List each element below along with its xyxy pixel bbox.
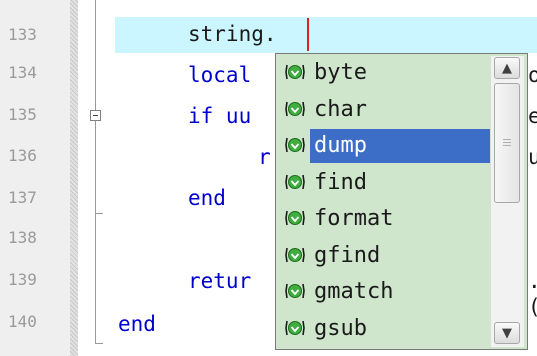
code-line[interactable]: end: [118, 311, 156, 337]
autocomplete-item-label: byte: [314, 60, 367, 85]
autocomplete-scrollbar[interactable]: ▲ ▼: [490, 56, 524, 347]
chevron-down-icon: ▼: [502, 325, 512, 341]
scroll-down-button[interactable]: ▼: [494, 322, 520, 344]
green-method-icon: [285, 64, 305, 80]
autocomplete-item[interactable]: gfind: [280, 239, 490, 273]
grip-line: [503, 142, 511, 143]
line-number: 139: [8, 270, 37, 289]
autocomplete-item[interactable]: byte: [280, 56, 490, 90]
autocomplete-item-label: gfind: [314, 242, 381, 268]
green-method-icon: [285, 247, 305, 262]
fold-guide-line: [95, 121, 96, 213]
line-number-gutter: [0, 0, 70, 356]
line-number: 135: [8, 105, 37, 124]
line-number: 140: [8, 312, 37, 331]
fold-guide-line: [95, 0, 96, 110]
green-method-icon: [285, 174, 305, 189]
fold-end-marker: [95, 213, 103, 214]
text-caret: [307, 18, 309, 51]
grip-line: [503, 145, 511, 146]
scroll-thumb[interactable]: [494, 83, 520, 203]
fold-end-marker: [95, 343, 103, 344]
fold-guide-line: [95, 213, 96, 343]
autocomplete-popup: byte char dump find format gfind gmatch gsub ▲ …: [275, 53, 528, 350]
code-fragment: e: [528, 104, 537, 128]
code-fragment: or: [528, 63, 537, 87]
autocomplete-item-label: dump: [314, 133, 367, 158]
code-line[interactable]: local: [188, 62, 251, 88]
green-method-icon: [285, 137, 305, 153]
autocomplete-item[interactable]: gmatch: [280, 275, 490, 309]
autocomplete-item[interactable]: format: [280, 202, 490, 236]
gutter-separator: [70, 0, 78, 356]
code-fragment: .(: [528, 268, 537, 320]
autocomplete-item-label: gsub: [314, 315, 367, 341]
fold-toggle-icon[interactable]: [90, 110, 101, 121]
code-line[interactable]: retur: [188, 268, 251, 294]
green-method-icon: [285, 210, 305, 226]
fold-margin: [78, 0, 110, 356]
autocomplete-item-label: gmatch: [314, 279, 394, 304]
code-line[interactable]: r: [258, 144, 271, 170]
code-line[interactable]: string.: [188, 21, 277, 47]
current-line-highlight: [115, 17, 537, 53]
autocomplete-item[interactable]: find: [280, 166, 490, 200]
green-method-icon: [285, 320, 305, 335]
code-line[interactable]: end: [188, 185, 226, 211]
line-number: 134: [8, 63, 37, 82]
line-number: 133: [8, 25, 37, 44]
autocomplete-item[interactable]: char: [280, 93, 490, 127]
grip-line: [503, 139, 511, 140]
chevron-up-icon: ▲: [502, 60, 512, 76]
autocomplete-item-label: char: [314, 96, 367, 122]
line-number: 138: [8, 228, 37, 247]
line-number: 137: [8, 188, 37, 207]
line-number: 136: [8, 146, 37, 165]
green-method-icon: [285, 101, 305, 116]
autocomplete-item[interactable]: gsub: [280, 312, 490, 346]
green-method-icon: [285, 283, 305, 299]
autocomplete-item-label: find: [314, 169, 367, 195]
scroll-up-button[interactable]: ▲: [494, 57, 520, 79]
code-fragment: u: [528, 145, 537, 169]
autocomplete-item[interactable]: dump: [280, 129, 490, 163]
autocomplete-item-label: format: [314, 206, 394, 231]
code-line[interactable]: if uu: [188, 103, 251, 129]
